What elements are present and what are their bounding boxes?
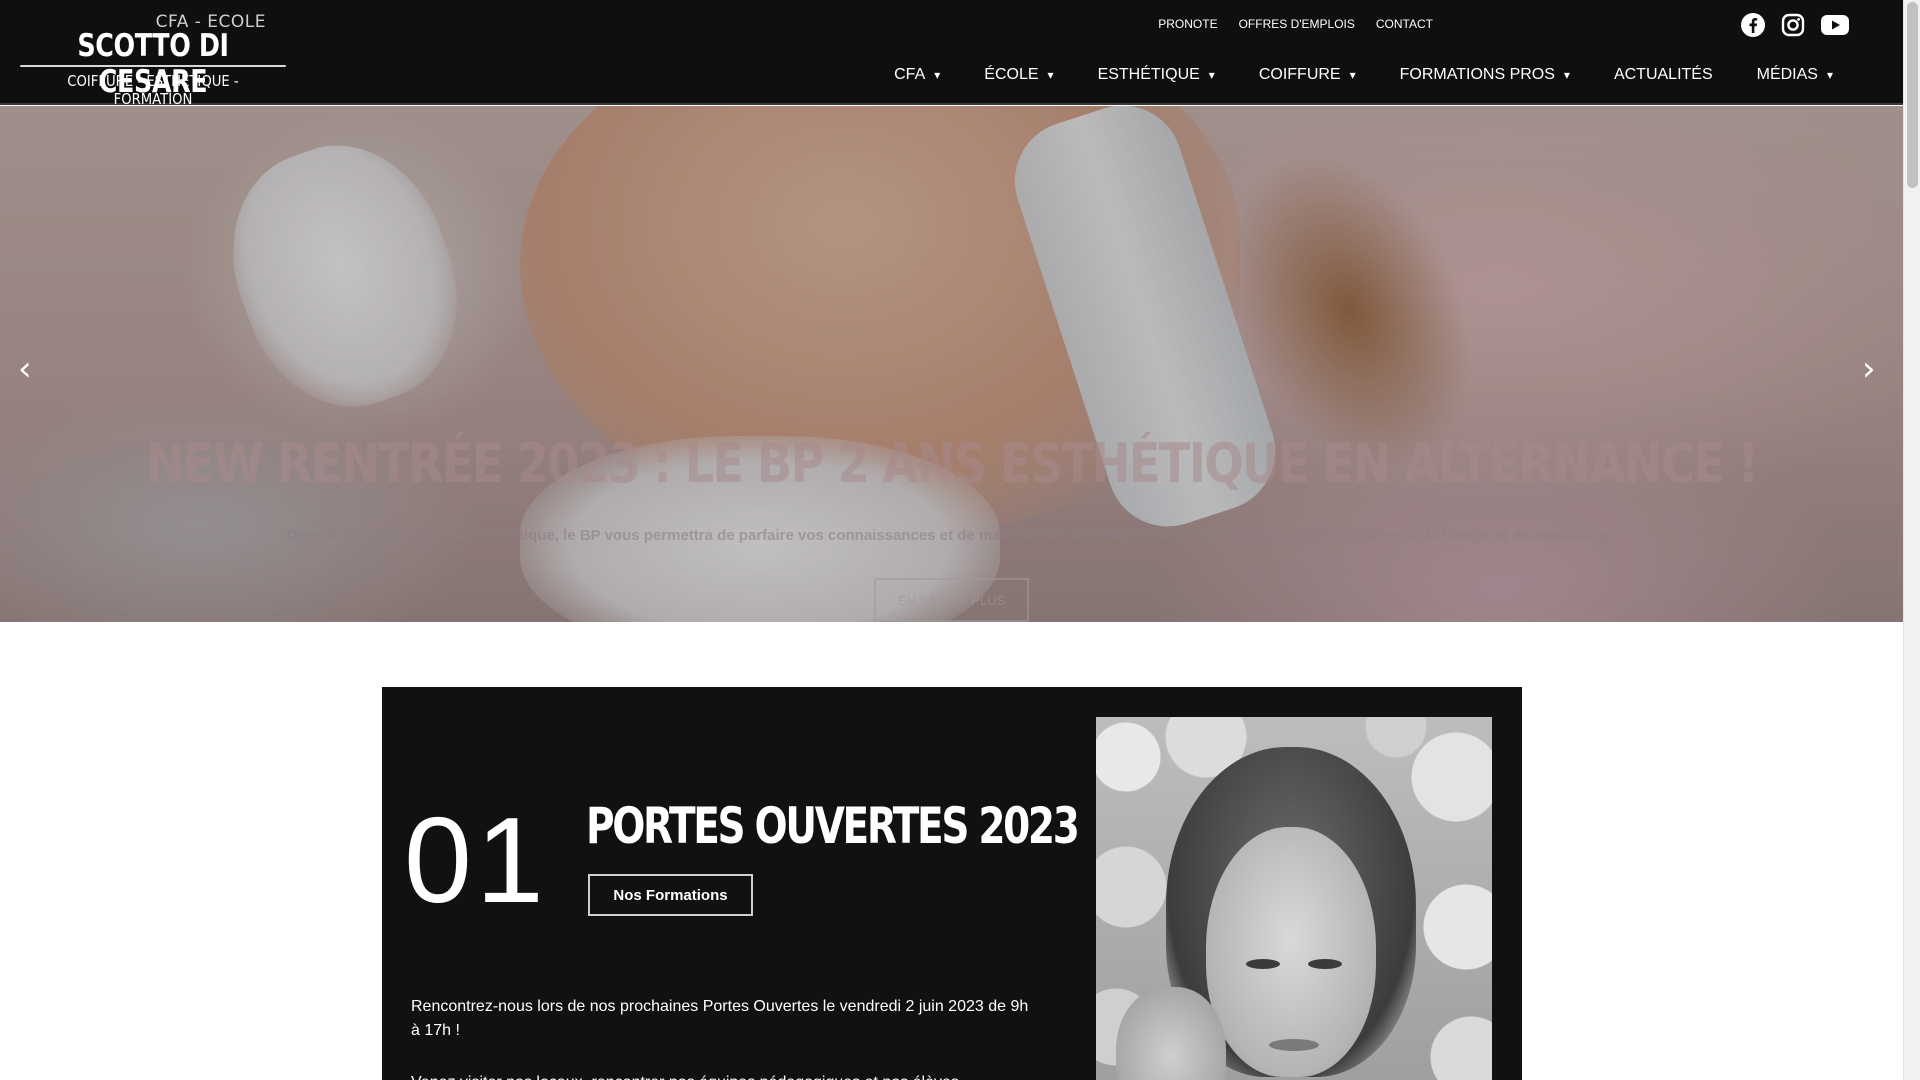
- site-header: CFA - ECOLE SCOTTO DI CESARE COIFFURE - …: [0, 0, 1903, 108]
- nav-item-label: COIFFURE: [1258, 66, 1341, 83]
- top-nav: PRONOTE OFFRES D'EMPLOIS CONTACT: [1158, 17, 1433, 31]
- hero-overlay: [0, 106, 1903, 622]
- nav-item-label: FORMATIONS PROS: [1399, 66, 1555, 83]
- nav-item-formations-pros[interactable]: FORMATIONS PROS ▾: [1378, 66, 1592, 84]
- nav-item-label: ACTUALITÉS: [1613, 66, 1713, 83]
- chevron-down-icon: ▾: [934, 68, 941, 82]
- section-title: PORTES OUVERTES 2023: [586, 797, 1080, 855]
- section-text: Rencontrez-nous lors de nos prochaines P…: [411, 998, 1029, 1039]
- chevron-down-icon: ▾: [1826, 68, 1833, 82]
- chevron-down-icon: ▾: [1208, 68, 1215, 82]
- page-scrollbar[interactable]: [1903, 0, 1920, 1080]
- slider-next-arrow-icon[interactable]: ›: [1862, 352, 1876, 386]
- facebook-icon[interactable]: [1740, 12, 1766, 38]
- chevron-down-icon: ▾: [1563, 68, 1570, 82]
- nav-item-coiffure[interactable]: COIFFURE ▾: [1237, 66, 1378, 84]
- nav-item-ecole[interactable]: ÉCOLE ▾: [962, 66, 1075, 84]
- portrait-lips: [1269, 1039, 1319, 1051]
- chevron-down-icon: ▾: [1349, 68, 1356, 82]
- nav-item-label: MÉDIAS: [1756, 66, 1818, 83]
- social-links: [1740, 12, 1850, 38]
- section-text-secondary: Venez visiter nos locaux, rencontrer nos…: [411, 1071, 1041, 1080]
- hero-slider[interactable]: [0, 106, 1903, 622]
- page: CFA - ECOLE SCOTTO DI CESARE COIFFURE - …: [0, 0, 1920, 1080]
- section-number: 01: [404, 792, 548, 928]
- top-nav-offres-emplois[interactable]: OFFRES D'EMPLOIS: [1239, 17, 1355, 31]
- hero-title: NEW RENTRÉE 2023 : LE BP 2 ANS ESTHÉTIQU…: [145, 432, 1759, 495]
- instagram-icon[interactable]: [1781, 13, 1805, 37]
- scrollbar-thumb[interactable]: [1907, 2, 1918, 188]
- nav-item-esthetique[interactable]: ESTHÉTIQUE ▾: [1076, 66, 1237, 84]
- main-nav: CFA ▾ ÉCOLE ▾ ESTHÉTIQUE ▾ COIFFURE ▾ FORMAT…: [872, 66, 1855, 84]
- portrait-eye: [1308, 959, 1342, 969]
- nav-item-cfa[interactable]: CFA ▾: [872, 66, 962, 84]
- formations-button[interactable]: Nos Formations: [588, 874, 753, 916]
- nav-item-label: ESTHÉTIQUE: [1097, 66, 1200, 83]
- top-nav-pronote[interactable]: PRONOTE: [1158, 17, 1217, 31]
- portrait-eye: [1246, 959, 1280, 969]
- nav-item-actualites[interactable]: ACTUALITÉS: [1592, 66, 1735, 84]
- nav-item-label: ÉCOLE: [984, 66, 1039, 83]
- chevron-down-icon: ▾: [1047, 68, 1054, 82]
- hero-description: Dans la continuité du CAP Esthétique, le…: [286, 527, 1617, 544]
- nav-item-label: CFA: [894, 66, 926, 83]
- slider-prev-arrow-icon[interactable]: ‹: [18, 352, 32, 386]
- hero-more-button[interactable]: EN SAVOIR PLUS: [874, 578, 1029, 622]
- portrait-image: [1096, 717, 1492, 1080]
- site-logo[interactable]: CFA - ECOLE SCOTTO DI CESARE COIFFURE - …: [18, 10, 288, 108]
- nav-item-medias[interactable]: MÉDIAS ▾: [1735, 66, 1855, 84]
- top-nav-contact[interactable]: CONTACT: [1376, 17, 1433, 31]
- logo-rule: [20, 65, 286, 67]
- youtube-icon[interactable]: [1820, 14, 1850, 36]
- logo-sub-text: COIFFURE - ESTHETIQUE - FORMATION: [67, 72, 239, 108]
